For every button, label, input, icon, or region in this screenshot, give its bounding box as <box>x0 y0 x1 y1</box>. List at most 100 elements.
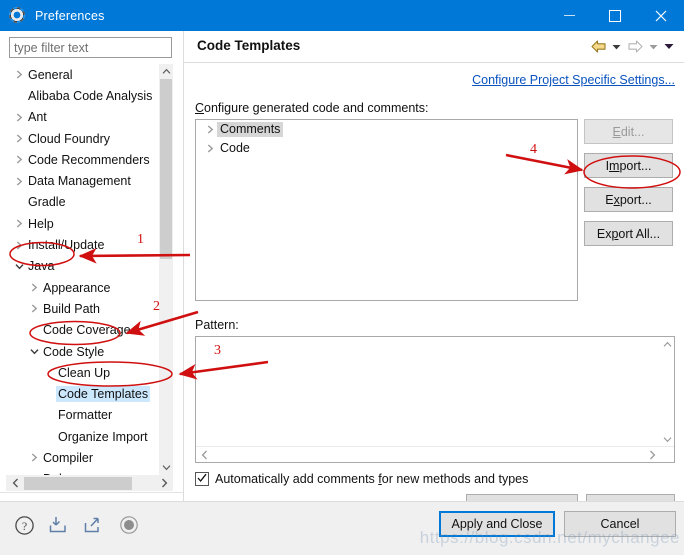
back-arrow-icon[interactable] <box>587 37 609 56</box>
chevron-down-icon[interactable] <box>28 348 41 355</box>
sidebar-item-label: General <box>26 67 74 83</box>
forward-arrow-icon[interactable] <box>624 37 646 56</box>
forward-dropdown-icon[interactable] <box>646 37 661 56</box>
generated-code-label-mnemonic: C <box>195 101 204 115</box>
button-label: Edit... <box>613 125 645 139</box>
sidebar-item-label: Help <box>26 216 56 232</box>
scroll-down-icon[interactable] <box>159 460 173 475</box>
tree-vertical-scrollbar[interactable] <box>159 64 173 475</box>
sidebar-item-install-update[interactable]: Install/Update <box>6 234 159 255</box>
maximize-button[interactable] <box>592 0 638 31</box>
sidebar-item-cloud-foundry[interactable]: Cloud Foundry <box>6 128 159 149</box>
import-button[interactable]: Import... <box>584 153 673 178</box>
sidebar-item-label: Code Coverage <box>41 322 133 338</box>
configure-project-specific-settings-link[interactable]: Configure Project Specific Settings... <box>472 73 675 87</box>
template-row-label: Comments <box>217 122 283 137</box>
auto-comments-checkbox-row[interactable]: Automatically add comments for new metho… <box>195 472 528 486</box>
sidebar-item-gradle[interactable]: Gradle <box>6 192 159 213</box>
export-button[interactable]: Export... <box>584 187 673 212</box>
tree-hscroll-thumb[interactable] <box>24 477 132 490</box>
tree-horizontal-scrollbar[interactable] <box>6 475 173 491</box>
sidebar-item-code-coverage[interactable]: Code Coverage <box>6 320 159 341</box>
sidebar-item-general[interactable]: General <box>6 64 159 85</box>
tree-scroll-thumb[interactable] <box>160 79 172 259</box>
sidebar-item-label: Install/Update <box>26 237 106 253</box>
templates-tree[interactable]: Comments Code <box>195 119 578 301</box>
scroll-left-icon[interactable] <box>6 478 24 488</box>
sidebar-item-alibaba-code-analysis[interactable]: Alibaba Code Analysis <box>6 85 159 106</box>
template-action-buttons: Edit... Import... Export... Export All... <box>584 119 673 255</box>
sidebar-item-java[interactable]: Java <box>6 256 159 277</box>
view-menu-icon[interactable] <box>661 37 676 56</box>
pattern-scroll-up-icon[interactable] <box>660 337 674 352</box>
chevron-right-icon[interactable] <box>13 241 26 250</box>
sidebar-item-code-recommenders[interactable]: Code Recommenders <box>6 149 159 170</box>
chevron-right-icon[interactable] <box>204 144 217 153</box>
template-row-label: Code <box>217 141 253 156</box>
generated-code-label-rest: onfigure generated code and comments: <box>204 101 428 115</box>
sidebar-item-label: Alibaba Code Analysis <box>26 88 154 104</box>
sidebar-item-code-templates[interactable]: Code Templates <box>6 383 159 404</box>
pattern-scroll-left-icon[interactable] <box>196 447 212 462</box>
pattern-scroll-right-icon[interactable] <box>644 447 660 462</box>
pattern-label: Pattern: <box>195 318 239 332</box>
sidebar-item-formatter[interactable]: Formatter <box>6 405 159 426</box>
sidebar-item-clean-up[interactable]: Clean Up <box>6 362 159 383</box>
chevron-right-icon[interactable] <box>13 70 26 79</box>
minimize-button[interactable] <box>546 0 592 31</box>
sidebar-item-ant[interactable]: Ant <box>6 107 159 128</box>
filter-input-wrapper <box>9 37 172 58</box>
edit-button: Edit... <box>584 119 673 144</box>
chevron-right-icon[interactable] <box>13 155 26 164</box>
search-input[interactable] <box>9 37 172 58</box>
preferences-tree[interactable]: General Alibaba Code Analysis Ant Cloud Fou… <box>6 64 173 475</box>
pattern-scroll-down-icon[interactable] <box>660 432 674 447</box>
window-title: Preferences <box>35 9 105 23</box>
scroll-up-icon[interactable] <box>159 64 173 79</box>
pattern-vertical-scrollbar[interactable] <box>660 337 674 447</box>
sidebar-item-label: Appearance <box>41 280 112 296</box>
title-bar: Preferences <box>0 0 684 31</box>
button-label: Export All... <box>597 227 660 241</box>
chevron-right-icon[interactable] <box>13 177 26 186</box>
sidebar-item-appearance[interactable]: Appearance <box>6 277 159 298</box>
template-row[interactable]: Code <box>196 139 577 158</box>
generated-code-label: Configure generated code and comments: <box>195 101 428 115</box>
chevron-right-icon[interactable] <box>28 453 41 462</box>
auto-comments-checkbox[interactable] <box>195 472 209 486</box>
export-all-button[interactable]: Export All... <box>584 221 673 246</box>
sidebar-item-label: Formatter <box>56 407 114 423</box>
dialog-body: General Alibaba Code Analysis Ant Cloud Fou… <box>0 31 684 501</box>
sidebar-item-compiler[interactable]: Compiler <box>6 447 159 468</box>
sidebar-item-label: Code Templates <box>56 386 150 402</box>
sidebar-item-label: Data Management <box>26 173 133 189</box>
chevron-right-icon[interactable] <box>204 125 217 134</box>
sidebar-item-build-path[interactable]: Build Path <box>6 298 159 319</box>
watermark: https://blog.csdn.net/mychangee <box>24 528 684 550</box>
scroll-right-icon[interactable] <box>155 478 173 488</box>
button-label: Export... <box>605 193 652 207</box>
chevron-right-icon[interactable] <box>28 283 41 292</box>
sidebar-item-data-management[interactable]: Data Management <box>6 170 159 191</box>
back-dropdown-icon[interactable] <box>609 37 624 56</box>
code-templates-page: Code Templates <box>184 31 684 501</box>
chevron-right-icon[interactable] <box>13 134 26 143</box>
sidebar-item-help[interactable]: Help <box>6 213 159 234</box>
pattern-textarea[interactable] <box>195 336 675 463</box>
sidebar-item-label: Ant <box>26 109 49 125</box>
template-row[interactable]: Comments <box>196 120 577 139</box>
page-header: Code Templates <box>184 31 684 62</box>
sidebar-item-code-style[interactable]: Code Style <box>6 341 159 362</box>
page-nav-controls <box>587 37 676 56</box>
sidebar-item-organize-import[interactable]: Organize Import <box>6 426 159 447</box>
chevron-right-icon[interactable] <box>13 219 26 228</box>
sidebar-item-label: Clean Up <box>56 365 112 381</box>
chevron-down-icon[interactable] <box>13 263 26 270</box>
button-label: Import... <box>606 159 652 173</box>
chevron-right-icon[interactable] <box>28 304 41 313</box>
pattern-horizontal-scrollbar[interactable] <box>196 446 674 462</box>
close-button[interactable] <box>638 0 684 31</box>
sidebar-bottom-divider <box>0 492 183 493</box>
sidebar-item-label: Organize Import <box>56 429 150 445</box>
chevron-right-icon[interactable] <box>13 113 26 122</box>
